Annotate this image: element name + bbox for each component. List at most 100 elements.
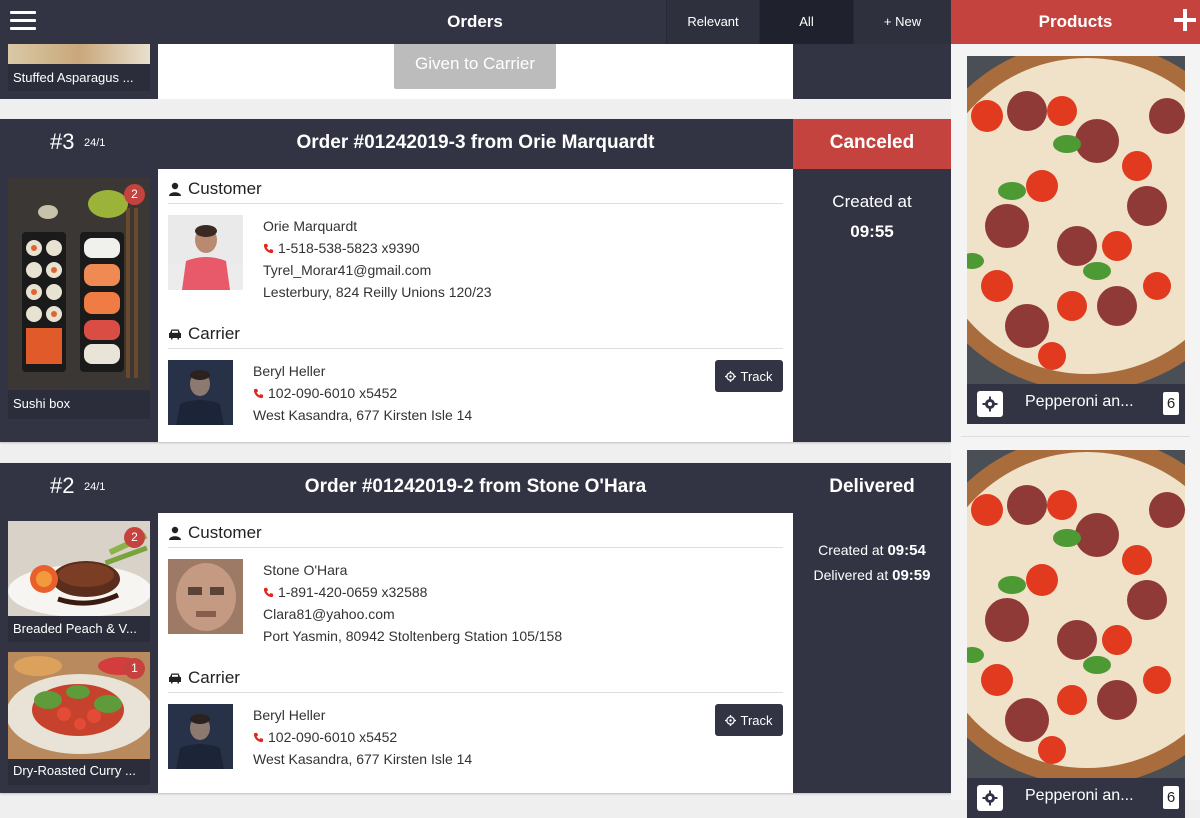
delivered-time: 09:59 bbox=[892, 567, 931, 584]
order-items-column: Breaded Peach & V... 2 Dry-Roasted Curry… bbox=[0, 513, 158, 793]
created-label: Created at bbox=[818, 542, 884, 558]
order-items-column: Stuffed Asparagus ... bbox=[0, 44, 158, 99]
carrier-phone-row[interactable]: 102-090-6010 x5452 bbox=[253, 726, 472, 748]
carrier-avatar bbox=[168, 704, 233, 769]
status-badge: Canceled bbox=[793, 119, 951, 169]
product-photo bbox=[967, 450, 1185, 778]
customer-info: Stone O'Hara 1-891-420-0659 x32588 Clara… bbox=[263, 559, 562, 647]
customer-name: Orie Marquardt bbox=[263, 218, 358, 234]
order-item[interactable]: Sushi box 2 bbox=[8, 178, 150, 419]
product-count: 6 bbox=[1163, 392, 1179, 415]
car-icon bbox=[169, 673, 181, 684]
order-title: Order #01242019-2 from Stone O'Hara bbox=[158, 463, 793, 513]
created-row: Created at 09:54 bbox=[793, 538, 951, 563]
carrier-address: West Kasandra, 677 Kirsten Isle 14 bbox=[253, 751, 473, 767]
item-label: Stuffed Asparagus ... bbox=[13, 70, 134, 85]
order-item[interactable]: Dry-Roasted Curry ... 1 bbox=[8, 652, 150, 785]
carrier-address: West Kasandra, 677 Kirsten Isle 14 bbox=[253, 407, 473, 423]
products-header: Products bbox=[951, 0, 1200, 44]
products-title: Products bbox=[1038, 12, 1113, 31]
customer-heading: Customer bbox=[168, 519, 783, 548]
order-item[interactable]: Stuffed Asparagus ... bbox=[8, 44, 150, 91]
product-name: Pepperoni an... bbox=[1025, 393, 1134, 410]
product-divider bbox=[961, 436, 1190, 437]
order-number: #3 bbox=[50, 129, 75, 154]
customer-phone: 1-518-538-5823 x9390 bbox=[278, 240, 420, 256]
customer-section: Customer Orie Marquardt 1-518-538-5823 x… bbox=[168, 175, 783, 425]
carrier-heading: Carrier bbox=[168, 664, 783, 693]
order-status-column bbox=[793, 44, 951, 99]
item-quantity-badge: 1 bbox=[124, 658, 145, 679]
item-photo bbox=[8, 178, 150, 390]
order-card: #3 24/1 Order #01242019-3 from Orie Marq… bbox=[0, 119, 951, 442]
order-card-previous: Stuffed Asparagus ... Given to Carrier bbox=[0, 44, 951, 99]
carrier-info: Beryl Heller 102-090-6010 x5452 West Kas… bbox=[253, 704, 472, 770]
phone-icon bbox=[253, 388, 264, 398]
given-to-carrier-button[interactable]: Given to Carrier bbox=[394, 44, 556, 89]
order-date: 24/1 bbox=[84, 137, 106, 149]
customer-heading-label: Customer bbox=[188, 179, 262, 198]
customer-avatar bbox=[168, 559, 243, 634]
customer-avatar bbox=[168, 215, 243, 290]
track-button[interactable]: Track bbox=[715, 704, 783, 736]
order-filter-group: Relevant All + New Order bbox=[666, 0, 951, 73]
gear-icon[interactable] bbox=[977, 785, 1003, 811]
products-panel: Products Pepperoni an... 6 Pepperoni an.… bbox=[951, 0, 1200, 818]
order-title: Order #01242019-3 from Orie Marquardt bbox=[158, 119, 793, 169]
customer-email[interactable]: Tyrel_Morar41@gmail.com bbox=[263, 259, 492, 281]
order-number: #2 bbox=[50, 473, 75, 498]
filter-relevant-button[interactable]: Relevant bbox=[666, 0, 759, 44]
customer-phone-row[interactable]: 1-518-538-5823 x9390 bbox=[263, 237, 492, 259]
customer-section: Customer Stone O'Hara 1-891-420-0659 x32… bbox=[168, 519, 783, 769]
carrier-phone: 102-090-6010 x5452 bbox=[268, 729, 398, 745]
item-quantity-badge: 2 bbox=[124, 184, 145, 205]
menu-icon[interactable] bbox=[10, 11, 36, 33]
carrier-section: Carrier Beryl Heller 102-090-6010 x5452 … bbox=[168, 320, 783, 425]
customer-phone-row[interactable]: 1-891-420-0659 x32588 bbox=[263, 581, 562, 603]
person-icon bbox=[169, 182, 181, 196]
carrier-heading: Carrier bbox=[168, 320, 783, 349]
order-card: #2 24/1 Order #01242019-2 from Stone O'H… bbox=[0, 463, 951, 793]
crosshair-icon bbox=[725, 714, 737, 726]
customer-address: Lesterbury, 824 Reilly Unions 120/23 bbox=[263, 284, 492, 300]
orders-header: Orders Relevant All + New Order bbox=[0, 0, 951, 73]
new-order-button[interactable]: + New Order bbox=[853, 0, 951, 73]
track-label: Track bbox=[740, 712, 773, 728]
customer-address: Port Yasmin, 80942 Stoltenberg Station 1… bbox=[263, 628, 563, 644]
order-item[interactable]: Breaded Peach & V... 2 bbox=[8, 521, 150, 642]
item-photo bbox=[8, 44, 150, 64]
carrier-heading-label: Carrier bbox=[188, 668, 240, 687]
crosshair-icon bbox=[725, 370, 737, 382]
product-card[interactable]: Pepperoni an... 6 bbox=[967, 56, 1185, 424]
order-items-column: Sushi box 2 bbox=[0, 169, 158, 442]
carrier-heading-label: Carrier bbox=[188, 324, 240, 343]
carrier-section: Carrier Beryl Heller 102-090-6010 x5452 … bbox=[168, 664, 783, 769]
item-label: Breaded Peach & V... bbox=[13, 621, 137, 636]
filter-all-button[interactable]: All bbox=[759, 0, 853, 44]
person-icon bbox=[169, 526, 181, 540]
customer-phone: 1-891-420-0659 x32588 bbox=[278, 584, 428, 600]
order-status-column: Created at 09:55 bbox=[793, 169, 951, 442]
page-title: Orders bbox=[447, 12, 503, 31]
product-card[interactable]: Pepperoni an... 6 bbox=[967, 450, 1185, 818]
product-photo bbox=[967, 56, 1185, 384]
status-badge: Delivered bbox=[793, 463, 951, 513]
order-date: 24/1 bbox=[84, 481, 106, 493]
phone-icon bbox=[253, 732, 264, 742]
created-time: 09:55 bbox=[850, 222, 894, 241]
product-bar: Pepperoni an... 6 bbox=[967, 778, 1185, 818]
add-product-icon[interactable] bbox=[1170, 5, 1200, 35]
gear-icon[interactable] bbox=[977, 391, 1003, 417]
created-label: Created at bbox=[832, 192, 912, 211]
item-quantity-badge: 2 bbox=[124, 527, 145, 548]
customer-heading: Customer bbox=[168, 175, 783, 204]
product-count: 6 bbox=[1163, 786, 1179, 809]
item-label: Sushi box bbox=[13, 396, 71, 411]
carrier-name: Beryl Heller bbox=[253, 707, 326, 723]
delivered-row: Delivered at 09:59 bbox=[793, 563, 951, 588]
phone-icon bbox=[263, 243, 274, 253]
carrier-phone-row[interactable]: 102-090-6010 x5452 bbox=[253, 382, 472, 404]
track-button[interactable]: Track bbox=[715, 360, 783, 392]
customer-email[interactable]: Clara81@yahoo.com bbox=[263, 603, 562, 625]
customer-info: Orie Marquardt 1-518-538-5823 x9390 Tyre… bbox=[263, 215, 492, 303]
